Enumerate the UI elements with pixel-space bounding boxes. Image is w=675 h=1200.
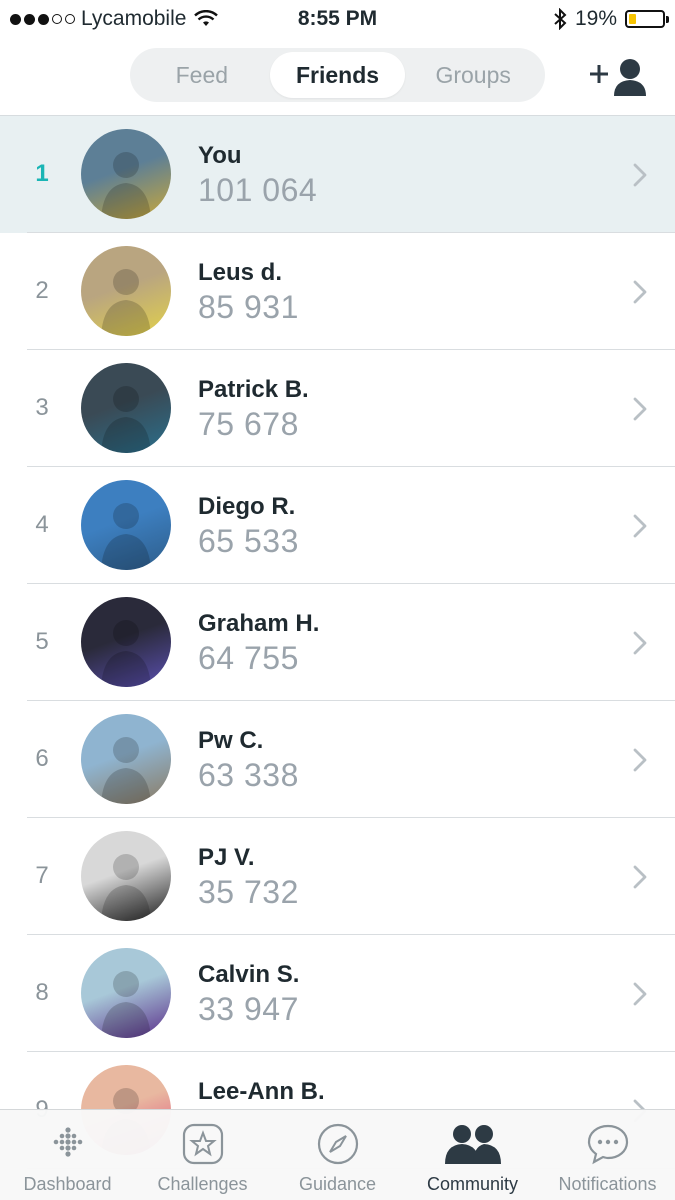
- tab-community[interactable]: Community: [405, 1110, 540, 1200]
- status-bar: Lycamobile 8:55 PM 19%: [0, 0, 675, 38]
- tab-challenges[interactable]: Challenges: [135, 1110, 270, 1200]
- rank-number: 1: [35, 160, 49, 187]
- step-count: 75 678: [198, 406, 299, 442]
- person-silhouette-icon: [101, 503, 151, 570]
- rank-number: 6: [35, 745, 49, 772]
- leaderboard-row[interactable]: 6 Pw C. 63 338: [0, 701, 675, 818]
- leaderboard-row[interactable]: 5 Graham H. 64 755: [0, 584, 675, 701]
- chevron-right-icon: [633, 397, 647, 421]
- avatar: [81, 831, 171, 921]
- battery-percent: 19%: [574, 7, 617, 30]
- chevron-right-icon: [633, 982, 647, 1006]
- avatar: [81, 597, 171, 687]
- chat-bubble-icon: [587, 1124, 628, 1165]
- battery-icon: [625, 10, 669, 28]
- leaderboard-row[interactable]: 8 Calvin S. 33 947: [0, 935, 675, 1052]
- step-count: 35 732: [198, 874, 299, 910]
- step-count: 85 931: [198, 289, 299, 325]
- leaderboard-row[interactable]: 7 PJ V. 35 732: [0, 818, 675, 935]
- add-friend-button[interactable]: [588, 56, 650, 96]
- chevron-right-icon: [633, 514, 647, 538]
- friends-leaderboard: 1 You 101 064 2 Leus d. 85 931 3 Patrick B. 75 6…: [0, 116, 675, 1169]
- step-count: 101 064: [198, 172, 318, 208]
- segmented-control: Feed Friends Groups: [130, 48, 545, 102]
- chevron-right-icon: [633, 748, 647, 772]
- header: Feed Friends Groups: [0, 38, 675, 116]
- avatar: [81, 948, 171, 1038]
- rank-number: 3: [35, 394, 49, 421]
- step-count: 63 338: [198, 757, 299, 793]
- avatar: [81, 480, 171, 570]
- person-silhouette-icon: [101, 854, 151, 921]
- friend-name: Leus d.: [198, 259, 283, 286]
- tab-groups[interactable]: Groups: [405, 52, 541, 98]
- avatar: [81, 363, 171, 453]
- friend-name: Diego R.: [198, 493, 296, 520]
- tab-label: Notifications: [558, 1174, 657, 1194]
- dots-grid-icon: [53, 1127, 82, 1157]
- tab-dashboard[interactable]: Dashboard: [0, 1110, 135, 1200]
- rank-number: 2: [35, 277, 49, 304]
- tab-label: Community: [426, 1174, 519, 1194]
- friend-name: Calvin S.: [198, 961, 300, 988]
- leaderboard-row[interactable]: 2 Leus d. 85 931: [0, 233, 675, 350]
- person-silhouette-icon: [101, 269, 151, 336]
- person-silhouette-icon: [101, 971, 151, 1038]
- avatar: [81, 714, 171, 804]
- people-icon: [444, 1125, 501, 1164]
- battery-level: [629, 14, 636, 24]
- tab-label: Guidance: [298, 1174, 377, 1194]
- avatar: [81, 129, 171, 219]
- avatar: [81, 246, 171, 336]
- add-person-icon: [620, 59, 640, 79]
- step-count: 64 755: [198, 640, 299, 676]
- bottom-tab-bar: Dashboard Challenges Guidance Community: [0, 1109, 675, 1200]
- tab-guidance[interactable]: Guidance: [270, 1110, 405, 1200]
- status-right: 19%: [553, 7, 669, 31]
- leaderboard-row[interactable]: 1 You 101 064: [0, 116, 675, 233]
- person-silhouette-icon: [101, 737, 151, 804]
- bluetooth-icon: [554, 8, 567, 30]
- person-silhouette-icon: [101, 386, 151, 453]
- friend-name: Pw C.: [198, 727, 264, 754]
- friend-name: You: [198, 142, 242, 169]
- leaderboard-row[interactable]: 3 Patrick B. 75 678: [0, 350, 675, 467]
- person-silhouette-icon: [101, 152, 151, 219]
- tab-label: Challenges: [157, 1174, 248, 1194]
- compass-icon: [317, 1123, 358, 1165]
- leaderboard-row[interactable]: 4 Diego R. 65 533: [0, 467, 675, 584]
- star-badge-icon: [182, 1123, 223, 1165]
- rank-number: 7: [35, 862, 49, 889]
- tab-label: Dashboard: [23, 1174, 112, 1194]
- tab-feed[interactable]: Feed: [134, 52, 270, 98]
- step-count: 33 947: [198, 991, 299, 1027]
- rank-number: 5: [35, 628, 49, 655]
- chevron-right-icon: [633, 865, 647, 889]
- step-count: 65 533: [198, 523, 299, 559]
- chevron-right-icon: [633, 280, 647, 304]
- rank-number: 8: [35, 979, 49, 1006]
- friend-name: Patrick B.: [198, 376, 309, 403]
- tab-friends[interactable]: Friends: [269, 52, 406, 98]
- friend-name: Lee-Ann B.: [198, 1078, 325, 1105]
- chevron-right-icon: [633, 163, 647, 187]
- rank-number: 4: [35, 511, 49, 538]
- person-silhouette-icon: [101, 620, 151, 687]
- friend-name: PJ V.: [198, 844, 255, 871]
- tab-notifications[interactable]: Notifications: [540, 1110, 675, 1200]
- friend-name: Graham H.: [198, 610, 320, 637]
- chevron-right-icon: [633, 631, 647, 655]
